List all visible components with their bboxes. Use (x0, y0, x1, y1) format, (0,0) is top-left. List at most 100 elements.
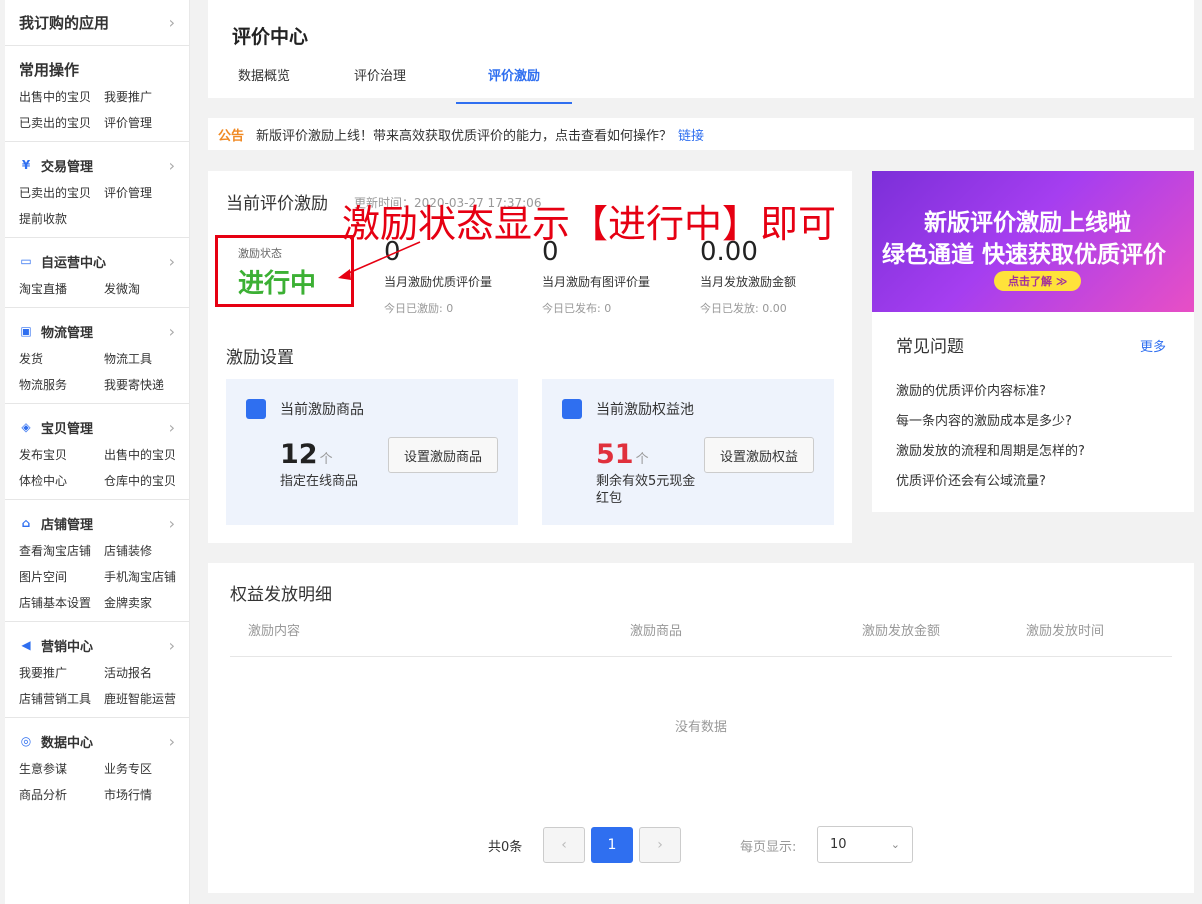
chevron-right-icon: › (168, 251, 175, 271)
chat-icon: ▭ (20, 254, 32, 268)
sidebar-link[interactable]: 已卖出的宝贝 (19, 184, 104, 201)
tab-incentive[interactable]: 评价激励 (456, 65, 572, 104)
sidebar-link[interactable]: 物流服务 (19, 376, 104, 393)
set-goods-button[interactable]: 设置激励商品 (388, 437, 498, 473)
stat-sub: 今日已激励: 0 (384, 302, 454, 315)
sidebar-section-header[interactable]: ▣ 物流管理 › (19, 320, 175, 342)
empty-state: 没有数据 (674, 720, 727, 735)
sidebar-section-header[interactable]: ⌂ 店铺管理 › (19, 512, 175, 534)
faq-item[interactable]: 激励的优质评价内容标准? (896, 380, 1046, 399)
sidebar-link[interactable]: 鹿班智能运营 (104, 690, 189, 707)
sidebar-section-marketing: ◀ 营销中心 › 我要推广 活动报名 店铺营销工具 鹿班智能运营 (5, 622, 189, 718)
sidebar-link[interactable]: 图片空间 (19, 568, 104, 585)
page-button[interactable]: 1 (591, 827, 633, 863)
shop-icon: ⌂ (21, 516, 31, 530)
sidebar-link[interactable]: 发微淘 (104, 280, 189, 297)
incentive-goods-box: 当前激励商品 12 个 指定在线商品 设置激励商品 (226, 379, 518, 525)
sidebar-link[interactable]: 物流工具 (104, 350, 189, 367)
faq-item[interactable]: 优质评价还会有公域流量? (896, 470, 1046, 489)
set-pool-button[interactable]: 设置激励权益 (704, 437, 814, 473)
sidebar-link[interactable]: 店铺基本设置 (19, 594, 104, 611)
tab-bar: 数据概览 评价治理 评价激励 (238, 65, 1194, 104)
sidebar-link[interactable]: 生意参谋 (19, 760, 104, 777)
prev-page-button[interactable]: ‹ (543, 827, 585, 863)
banner-line2: 绿色通道 快速获取优质评价 (882, 242, 1167, 268)
sidebar-link[interactable]: 我要推广 (19, 664, 104, 681)
sidebar-link[interactable]: 发货 (19, 350, 104, 367)
sidebar-link[interactable]: 淘宝直播 (19, 280, 104, 297)
page-title: 评价中心 (232, 26, 309, 48)
chevron-right-icon: › (168, 731, 175, 751)
sidebar-link[interactable]: 手机淘宝店铺 (104, 568, 189, 585)
column-header: 激励商品 (630, 624, 683, 639)
sidebar-section-trade: ¥ 交易管理 › 已卖出的宝贝 评价管理 提前收款 (5, 142, 189, 238)
stat-sub: 今日已发布: 0 (542, 302, 612, 315)
stat-amount: 0.00 当月发放激励金额 今日已发放: 0.00 (700, 237, 796, 316)
sidebar-section-header[interactable]: ▭ 自运营中心 › (19, 250, 175, 272)
subscribed-apps-title: 我订购的应用 (19, 14, 110, 32)
sidebar-link[interactable]: 出售中的宝贝 (104, 446, 189, 463)
sidebar-section-logistics: ▣ 物流管理 › 发货 物流工具 物流服务 我要寄快递 (5, 308, 189, 404)
sidebar-section-header[interactable]: ◎ 数据中心 › (19, 730, 175, 752)
sidebar-link[interactable]: 我要推广 (104, 88, 189, 105)
sidebar-section-header[interactable]: ◀ 营销中心 › (19, 634, 175, 656)
faq-item[interactable]: 每一条内容的激励成本是多少? (896, 410, 1072, 429)
sidebar-link[interactable]: 店铺营销工具 (19, 690, 104, 707)
next-page-button[interactable]: › (639, 827, 681, 863)
details-card: 权益发放明细 激励内容 激励商品 激励发放金额 激励发放时间 没有数据 共0条 … (208, 563, 1194, 893)
banner-cta[interactable]: 点击了解 ≫ (994, 271, 1082, 291)
notice-link[interactable]: 链接 (678, 125, 704, 144)
faq-more-link[interactable]: 更多 (1140, 336, 1166, 355)
table-divider (230, 656, 1172, 657)
sidebar-link[interactable]: 出售中的宝贝 (19, 88, 104, 105)
pool-desc: 剩余有效5元现金红包 (596, 474, 696, 506)
sidebar-section-data: ◎ 数据中心 › 生意参谋 业务专区 商品分析 市场行情 (5, 718, 189, 813)
sidebar: 我订购的应用 › 常用操作 出售中的宝贝 我要推广 已卖出的宝贝 评价管理 ¥ 交… (5, 0, 190, 904)
stat-image-reviews: 0 当月激励有图评价量 今日已发布: 0 (542, 237, 650, 316)
chevron-right-icon: › (168, 417, 175, 437)
megaphone-icon: ◀ (21, 638, 31, 652)
sidebar-section-title: 自运营中心 (41, 255, 107, 271)
tab-overview[interactable]: 数据概览 (238, 65, 354, 103)
sidebar-link[interactable]: 店铺装修 (104, 542, 189, 559)
yen-icon: ¥ (21, 158, 31, 172)
sidebar-link[interactable]: 商品分析 (19, 786, 104, 803)
stat-label: 当月激励优质评价量 (384, 275, 493, 289)
stat-sub: 今日已发放: 0.00 (700, 302, 787, 315)
sidebar-link[interactable]: 提前收款 (19, 210, 104, 227)
sidebar-link[interactable]: 活动报名 (104, 664, 189, 681)
sidebar-link[interactable]: 业务专区 (104, 760, 189, 777)
sidebar-link[interactable]: 市场行情 (104, 786, 189, 803)
notice-text: 新版评价激励上线！带来高效获取优质评价的能力，点击查看如何操作？ (256, 128, 673, 144)
sidebar-link[interactable]: 发布宝贝 (19, 446, 104, 463)
main-content: 评价中心 数据概览 评价治理 评价激励 公告 新版评价激励上线！带来高效获取优质… (208, 0, 1194, 893)
chevron-right-icon: › (168, 155, 175, 175)
goods-count-value: 12 (280, 439, 318, 470)
sidebar-section-header[interactable]: ¥ 交易管理 › (19, 154, 175, 176)
sidebar-link[interactable]: 我要寄快递 (104, 376, 189, 393)
sidebar-section-title: 交易管理 (41, 159, 94, 175)
pool-count-value: 51 (596, 439, 634, 470)
page-size-value: 10 (830, 837, 847, 852)
subscribed-apps-header[interactable]: 我订购的应用 › (5, 0, 189, 46)
details-title: 权益发放明细 (230, 585, 332, 605)
sidebar-link[interactable]: 仓库中的宝贝 (104, 472, 189, 489)
chevron-down-icon: ⌄ (890, 838, 900, 851)
sidebar-link[interactable]: 体检中心 (19, 472, 104, 489)
sidebar-link[interactable]: 已卖出的宝贝 (19, 114, 104, 131)
sidebar-link[interactable]: 查看淘宝店铺 (19, 542, 104, 559)
sidebar-section-title: 数据中心 (41, 735, 94, 751)
incentive-title: 当前评价激励 (226, 194, 328, 214)
sidebar-section-shop: ⌂ 店铺管理 › 查看淘宝店铺 店铺装修 图片空间 手机淘宝店铺 店铺基本设置 金牌… (5, 500, 189, 622)
tab-governance[interactable]: 评价治理 (354, 65, 470, 103)
promo-banner[interactable]: 新版评价激励上线啦 绿色通道 快速获取优质评价 点击了解 ≫ (872, 171, 1194, 312)
page-size-select[interactable]: 10 ⌄ (817, 826, 913, 863)
pool-count: 51 个 (596, 439, 649, 470)
sidebar-link[interactable]: 评价管理 (104, 184, 189, 201)
stat-quality-reviews: 0 当月激励优质评价量 今日已激励: 0 (384, 237, 492, 316)
faq-item[interactable]: 激励发放的流程和周期是怎样的? (896, 440, 1085, 459)
sidebar-link[interactable]: 评价管理 (104, 114, 189, 131)
chevron-right-icon: › (168, 635, 175, 655)
sidebar-section-header[interactable]: ◈ 宝贝管理 › (19, 416, 175, 438)
sidebar-link[interactable]: 金牌卖家 (104, 594, 189, 611)
